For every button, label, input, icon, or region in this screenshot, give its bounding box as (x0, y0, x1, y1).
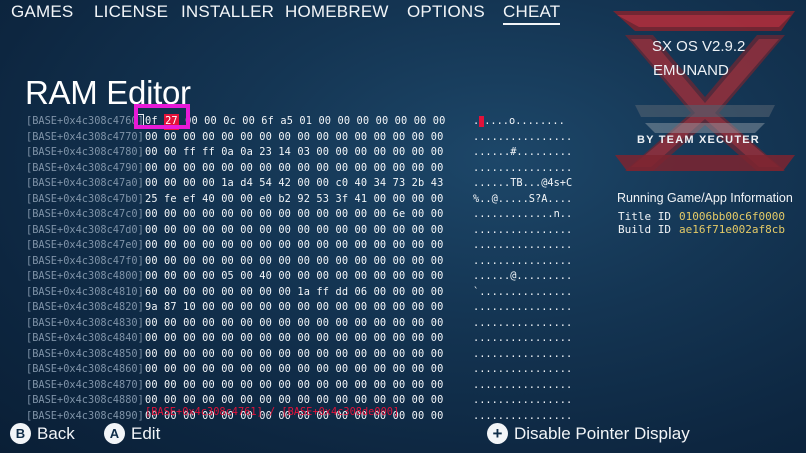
row-address: [BASE+0x4c308c4890] (26, 409, 144, 422)
row-ascii: %..@.....S?A.... (473, 192, 573, 205)
row-address: [BASE+0x4c308c4840] (26, 332, 144, 344)
row-hex: 00 00 00 00 00 00 00 00 00 00 00 00 00 0… (145, 161, 444, 174)
back-label: Back (37, 423, 75, 443)
row-ascii: ................ (473, 347, 573, 360)
row-address: [BASE+0x4c308c47f0] (26, 254, 144, 267)
tab-cheat[interactable]: CHEAT (503, 2, 561, 25)
edit-button[interactable]: A Edit (104, 423, 160, 444)
row-address: [BASE+0x4c308c4810] (26, 285, 144, 298)
build-id-label: Build ID (618, 223, 671, 236)
build-id-value: ae16f71e002af8cb (679, 223, 785, 236)
edit-label: Edit (131, 423, 161, 443)
row-address: [BASE+0x4c308c47a0] (26, 177, 144, 189)
row-address: [BASE+0x4c308c4870] (26, 378, 144, 391)
sx-os-logo (613, 11, 795, 171)
row-hex: 00 00 00 00 00 00 00 00 00 00 00 00 00 0… (145, 130, 444, 143)
back-button[interactable]: B Back (10, 423, 75, 444)
row-ascii: ................ (473, 332, 573, 344)
tab-license[interactable]: LICENSE (94, 2, 168, 22)
row-address: [BASE+0x4c308c47e0] (26, 239, 144, 251)
a-button-icon: A (104, 423, 125, 444)
row-address: [BASE+0x4c308c4790] (26, 161, 144, 174)
logo-version: SX OS V2.9.2 (652, 38, 746, 55)
row-address: [BASE+0x4c308c4770] (26, 130, 144, 143)
row-ascii: ......#......... (473, 146, 573, 158)
row-ascii: ......@......... (473, 270, 573, 282)
row-hex: 00 00 00 00 00 00 00 00 00 00 00 00 00 0… (145, 254, 444, 267)
row-hex: 0f 27 00 00 0c 00 6f a5 01 00 00 00 00 0… (145, 114, 445, 130)
row-hex: 00 00 00 00 00 00 00 00 00 00 00 00 00 0… (145, 332, 444, 344)
logo-credit: BY TEAM XECUTER (637, 134, 760, 146)
row-hex: 60 00 00 00 00 00 00 00 1a ff dd 06 00 0… (145, 285, 444, 298)
logo-mode: EMUNAND (653, 62, 729, 79)
row-address: [BASE+0x4c308c4760] (26, 115, 144, 127)
row-hex: 00 00 ff ff 0a 0a 23 14 03 00 00 00 00 0… (145, 146, 444, 158)
row-address: [BASE+0x4c308c4850] (26, 347, 144, 360)
row-hex: 00 00 00 00 00 00 00 00 00 00 00 00 00 0… (145, 378, 444, 391)
title-id-label: Title ID (618, 210, 671, 223)
row-hex: 00 00 00 00 00 00 00 00 00 00 00 00 00 0… (145, 347, 444, 360)
b-button-icon: B (10, 423, 31, 444)
plus-button-icon: + (487, 423, 508, 444)
row-address: [BASE+0x4c308c4880] (26, 394, 144, 406)
row-hex: 9a 87 10 00 00 00 00 00 00 00 00 00 00 0… (145, 301, 444, 313)
page-title: RAM Editor (25, 74, 191, 111)
row-hex: 00 00 00 00 00 00 00 00 00 00 00 00 00 0… (145, 223, 444, 236)
row-hex: 25 fe ef 40 00 00 e0 b2 92 53 3f 41 00 0… (145, 192, 444, 205)
selected-byte[interactable]: 27 (164, 114, 179, 130)
row-hex: 00 00 00 00 00 00 00 00 00 00 00 00 00 0… (145, 363, 444, 375)
row-hex: 00 00 00 00 1a d4 54 42 00 00 c0 40 34 7… (145, 177, 444, 189)
running-app-info-title: Running Game/App Information (617, 191, 793, 205)
disable-pointer-label: Disable Pointer Display (514, 423, 690, 443)
row-ascii: .............n.. (473, 208, 573, 220)
disable-pointer-display-button[interactable]: + Disable Pointer Display (487, 423, 690, 444)
row-address: [BASE+0x4c308c47b0] (26, 192, 144, 205)
row-ascii: ................ (473, 378, 573, 391)
row-address: [BASE+0x4c308c47c0] (26, 208, 144, 220)
row-address: [BASE+0x4c308c4830] (26, 316, 144, 329)
row-hex: 00 00 00 00 00 00 00 00 00 00 00 00 00 0… (145, 316, 444, 329)
row-hex: 00 00 00 00 05 00 40 00 00 00 00 00 00 0… (145, 270, 444, 282)
row-address: [BASE+0x4c308c47d0] (26, 223, 144, 236)
row-ascii: ................ (473, 363, 573, 375)
address-range: [BASE+0x4c308c4761] / [BASE+0x4c308de000… (145, 406, 400, 418)
tab-options[interactable]: OPTIONS (407, 2, 485, 22)
tab-games[interactable]: GAMES (11, 2, 73, 22)
tab-homebrew[interactable]: HOMEBREW (285, 2, 389, 22)
row-hex: 00 00 00 00 00 00 00 00 00 00 00 00 00 0… (145, 239, 444, 251)
row-ascii: ................ (473, 239, 573, 251)
row-address: [BASE+0x4c308c4780] (26, 146, 144, 158)
row-ascii: ................ (473, 161, 573, 174)
row-ascii: `............... (473, 285, 573, 298)
selected-row-marker (138, 114, 144, 128)
row-ascii: ................ (473, 130, 573, 143)
row-address: [BASE+0x4c308c4800] (26, 270, 144, 282)
row-ascii: ................ (473, 409, 573, 422)
row-ascii: ................ (473, 254, 573, 267)
row-ascii: ................ (473, 394, 573, 406)
row-ascii: ......TB...@4s+C (473, 177, 573, 189)
row-ascii: . ....o........ (473, 115, 565, 127)
tab-installer[interactable]: INSTALLER (181, 2, 274, 22)
row-ascii: ................ (473, 301, 573, 313)
row-ascii: ................ (473, 316, 573, 329)
title-id-value: 01006bb00c6f0000 (679, 210, 785, 223)
row-address: [BASE+0x4c308c4860] (26, 363, 144, 375)
row-ascii: ................ (473, 223, 573, 236)
row-hex: 00 00 00 00 00 00 00 00 00 00 00 00 00 6… (145, 208, 444, 220)
row-address: [BASE+0x4c308c4820] (26, 301, 144, 313)
